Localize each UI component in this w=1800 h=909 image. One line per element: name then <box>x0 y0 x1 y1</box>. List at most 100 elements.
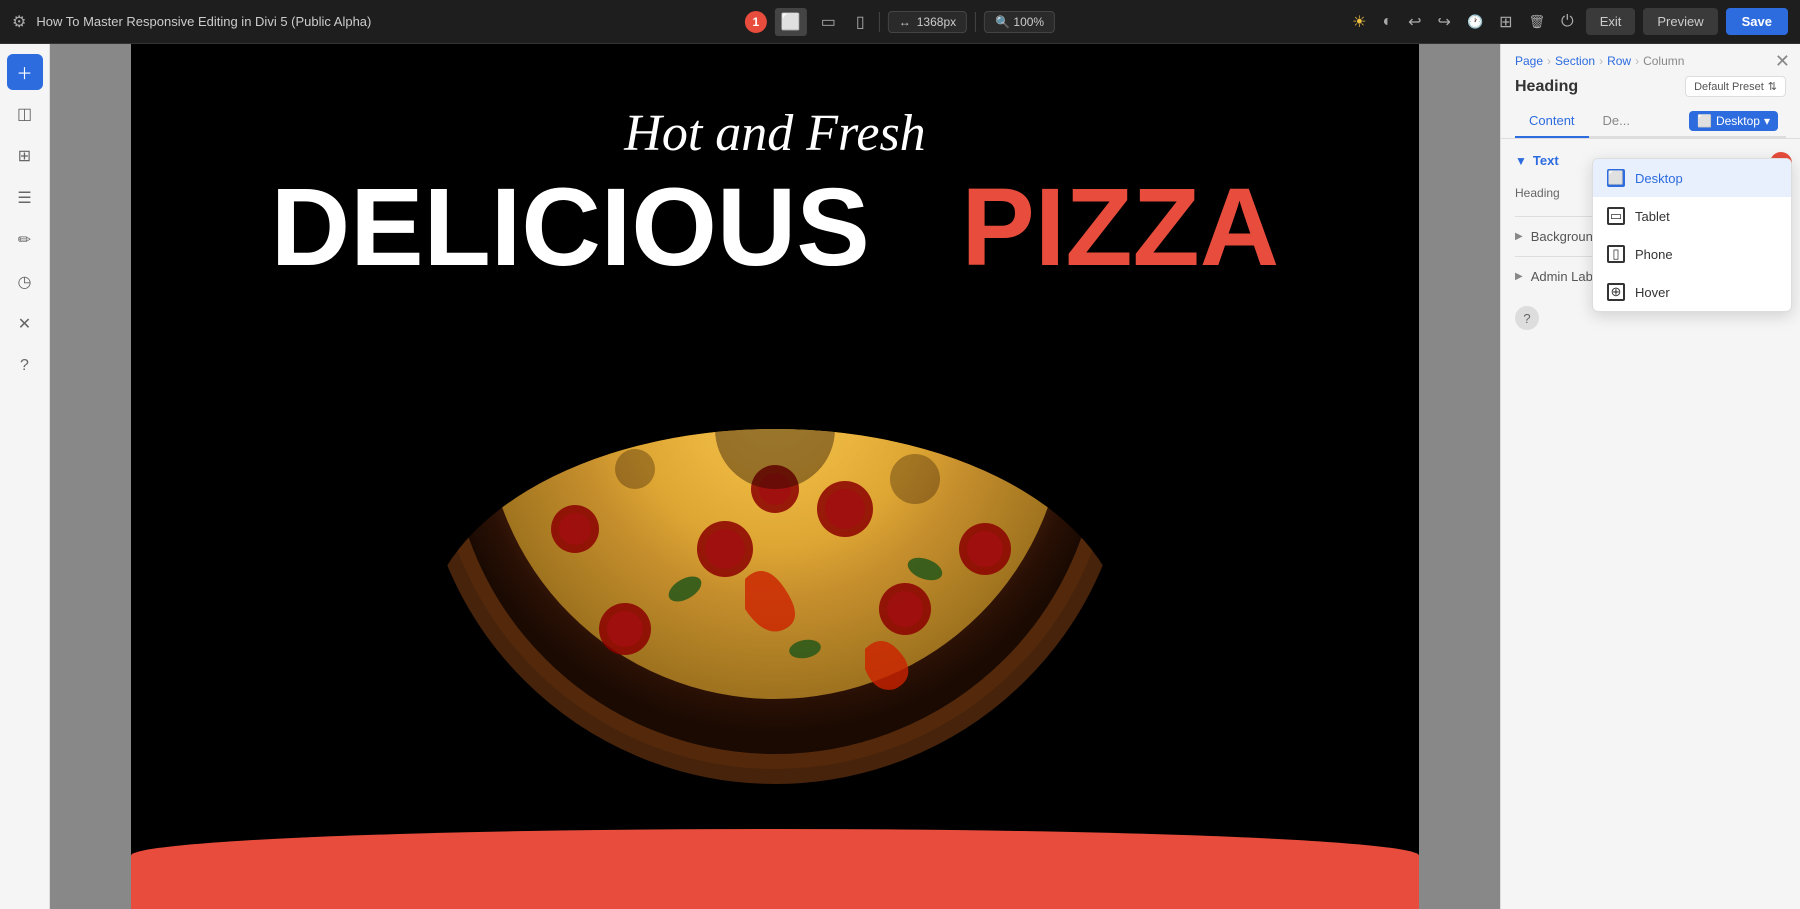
device-chevron: ▾ <box>1764 114 1770 128</box>
trash-btn[interactable] <box>1525 9 1550 35</box>
pizza-word: PIZZA <box>961 166 1279 289</box>
background-section-label: Background <box>1531 229 1600 244</box>
heading-field-label: Heading <box>1515 186 1595 200</box>
panel-heading-label: Heading <box>1515 78 1578 96</box>
dropdown-item-desktop[interactable]: ⬜ Desktop <box>1593 159 1791 197</box>
width-value: 1368px <box>917 15 956 29</box>
pizza-image <box>425 429 1125 849</box>
breadcrumb-section[interactable]: Section <box>1555 54 1595 68</box>
sidebar-item-paint[interactable]: ✏ <box>7 222 43 258</box>
burn-spot-2 <box>615 449 655 489</box>
dropdown-phone-icon: ▯ <box>1607 245 1625 263</box>
heading-row: Heading Default Preset ⇅ <box>1515 76 1786 97</box>
tab-content-label: Content <box>1529 113 1575 128</box>
main-heading: DELICIOUS PIZZA <box>271 173 1279 283</box>
resize-icon: ↔ <box>899 15 911 29</box>
device-label-current: Desktop <box>1716 114 1760 128</box>
dropdown-item-phone[interactable]: ▯ Phone <box>1593 235 1791 273</box>
phone-view-btn[interactable]: ▯ <box>850 8 871 36</box>
dropdown-tablet-label: Tablet <box>1635 209 1670 224</box>
badge-1: 1 <box>745 11 767 33</box>
dropdown-phone-label: Phone <box>1635 247 1673 262</box>
separator2 <box>975 12 976 32</box>
zoom-icon: 🔍 <box>995 15 1010 29</box>
hot-fresh-heading: Hot and Fresh <box>624 104 925 163</box>
burn-spot-1 <box>890 454 940 504</box>
breadcrumb-sep-2: › <box>1599 54 1603 68</box>
desktop-view-btn[interactable]: ⬜ <box>775 8 807 36</box>
breadcrumb-row[interactable]: Row <box>1607 54 1631 68</box>
device-dropdown-overlay: ⬜ Desktop ▭ Tablet ▯ Phone ⊕ Hover <box>1592 158 1792 312</box>
power-btn[interactable] <box>1557 9 1578 35</box>
sidebar-item-library[interactable]: ☰ <box>7 180 43 216</box>
panel-tabs: Content De... ⬜ Desktop ▾ <box>1515 105 1786 138</box>
pizza-banner: Hot and Fresh DELICIOUS PIZZA <box>131 44 1419 909</box>
exit-button[interactable]: Exit <box>1586 8 1636 35</box>
tab-design-label: De... <box>1603 113 1630 128</box>
theme-toggle-moon[interactable] <box>1378 9 1396 35</box>
pepperoni-3-inner <box>607 611 643 647</box>
dropdown-hover-icon: ⊕ <box>1607 283 1625 301</box>
preview-button[interactable]: Preview <box>1643 8 1717 35</box>
undo-btn[interactable] <box>1404 8 1425 36</box>
panel-header: Page › Section › Row › Column ✕ Heading … <box>1501 44 1800 139</box>
right-panel: Page › Section › Row › Column ✕ Heading … <box>1500 44 1800 909</box>
sidebar-item-grid[interactable]: ⊞ <box>7 138 43 174</box>
breadcrumb-sep-1: › <box>1547 54 1551 68</box>
pepperoni-2-inner <box>825 489 865 529</box>
settings-icon[interactable]: ⚙ <box>12 12 26 32</box>
background-section-expand-icon: ▶ <box>1515 231 1523 242</box>
panel-close-button[interactable]: ✕ <box>1775 52 1790 70</box>
breadcrumb-page[interactable]: Page <box>1515 54 1543 68</box>
pepperoni-7-inner <box>559 513 591 545</box>
topbar-center-controls: 1 ⬜ ▭ ▯ ↔ 1368px 🔍 100% <box>745 8 1055 36</box>
device-icon-current: ⬜ <box>1697 114 1712 128</box>
dropdown-tablet-icon: ▭ <box>1607 207 1625 225</box>
sidebar-item-layers[interactable]: ◫ <box>7 96 43 132</box>
breadcrumb-sep-3: › <box>1635 54 1639 68</box>
admin-label-expand-icon: ▶ <box>1515 271 1523 282</box>
device-select-btn[interactable]: ⬜ Desktop ▾ <box>1689 111 1778 131</box>
dropdown-desktop-label: Desktop <box>1635 171 1683 186</box>
pepperoni-6-inner <box>967 531 1003 567</box>
history-btn[interactable] <box>1463 9 1487 35</box>
theme-toggle-sun[interactable] <box>1348 8 1370 36</box>
delicious-word: DELICIOUS <box>271 166 870 289</box>
page-settings-btn[interactable] <box>1495 8 1516 36</box>
pepperoni-4-inner <box>887 591 923 627</box>
tab-device-dropdown: ⬜ Desktop ▾ <box>1689 105 1786 136</box>
pizza-svg <box>425 429 1125 849</box>
dropdown-item-hover[interactable]: ⊕ Hover <box>1593 273 1791 311</box>
red-wave <box>131 829 1419 909</box>
preset-button[interactable]: Default Preset ⇅ <box>1685 76 1786 97</box>
redo-btn[interactable] <box>1434 8 1455 36</box>
zoom-value: 100% <box>1013 15 1044 29</box>
topbar-right: Exit Preview Save <box>1348 8 1788 36</box>
tab-content[interactable]: Content <box>1515 105 1589 138</box>
save-button[interactable]: Save <box>1726 8 1788 35</box>
dropdown-desktop-icon: ⬜ <box>1607 169 1625 187</box>
text-section-label: Text <box>1533 153 1559 168</box>
help-button[interactable]: ? <box>1515 306 1539 330</box>
left-sidebar: ＋ ◫ ⊞ ☰ ✏ ◷ ✕ ? <box>0 44 50 909</box>
text-section-collapse-icon: ▼ <box>1515 154 1527 168</box>
separator <box>879 12 880 32</box>
tab-design[interactable]: De... <box>1589 105 1644 138</box>
breadcrumb-column[interactable]: Column <box>1643 54 1684 68</box>
preset-label: Default Preset <box>1694 81 1764 93</box>
sidebar-item-tools[interactable]: ✕ <box>7 306 43 342</box>
sidebar-item-history[interactable]: ◷ <box>7 264 43 300</box>
sidebar-item-help[interactable]: ? <box>7 348 43 384</box>
width-display: ↔ 1368px <box>888 11 967 33</box>
dropdown-hover-label: Hover <box>1635 285 1670 300</box>
main-area: ＋ ◫ ⊞ ☰ ✏ ◷ ✕ ? Hot and Fresh DELICIOUS … <box>0 44 1800 909</box>
page-title: How To Master Responsive Editing in Divi… <box>36 14 1338 29</box>
sidebar-item-add[interactable]: ＋ <box>7 54 43 90</box>
pepperoni-1-inner <box>705 529 745 569</box>
canvas-wrapper: Hot and Fresh DELICIOUS PIZZA <box>131 44 1419 909</box>
zoom-display: 🔍 100% <box>984 11 1055 33</box>
preset-chevron: ⇅ <box>1768 80 1777 93</box>
tablet-view-btn[interactable]: ▭ <box>815 8 842 36</box>
breadcrumb: Page › Section › Row › Column <box>1515 54 1786 68</box>
dropdown-item-tablet[interactable]: ▭ Tablet <box>1593 197 1791 235</box>
